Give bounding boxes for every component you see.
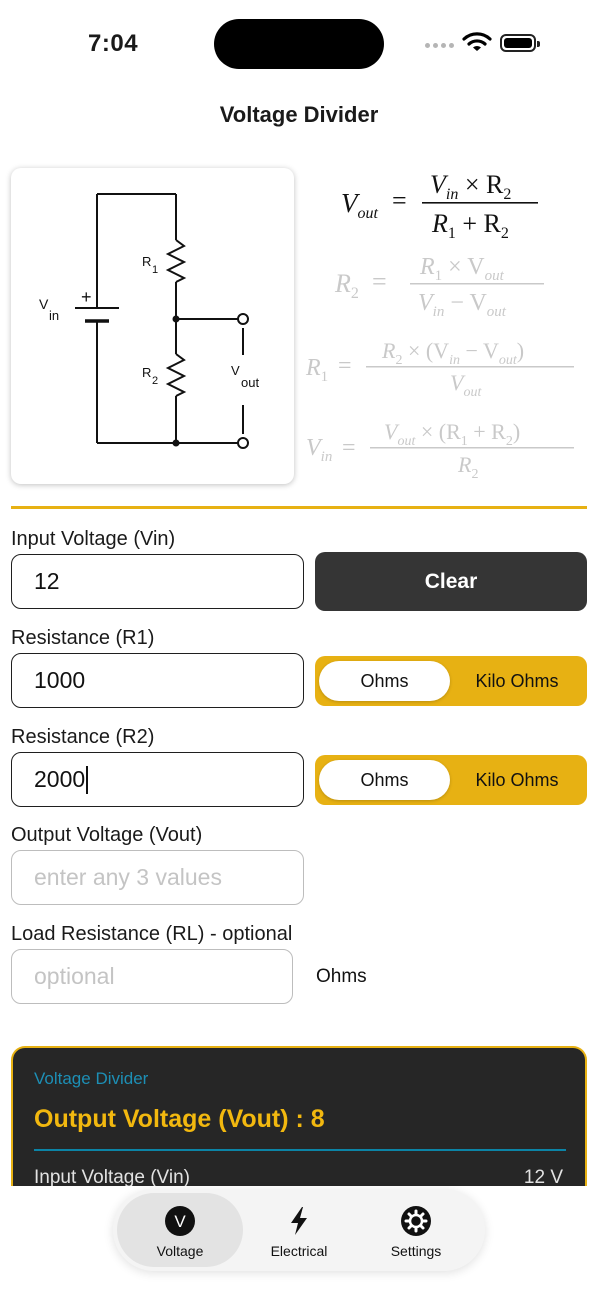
battery-icon (500, 34, 540, 52)
status-time: 7:04 (88, 30, 139, 57)
vin-formula: Vin = Vout × (R1 + R2) R2 (306, 419, 574, 482)
r2-unit-segmented-control[interactable]: Ohms Kilo Ohms (315, 755, 587, 805)
battery-plus-label: + (81, 287, 92, 307)
vout-label: V (231, 363, 240, 378)
r1-value: 1000 (34, 667, 86, 693)
tab-electrical[interactable]: Electrical (236, 1193, 362, 1267)
r2-formula: R2 = R1 × Vout Vin − Vout (334, 254, 544, 320)
formula-panel: Vout = Vin × R2 R1 + R2 R2 = R1 × Vout V… (300, 160, 590, 490)
gear-icon (400, 1205, 432, 1237)
r1-input[interactable]: 1000 (11, 653, 304, 708)
r2-sub: 2 (152, 375, 158, 387)
cellular-signal-icon (425, 43, 454, 48)
svg-text:Vout: Vout (450, 370, 482, 400)
voltage-divider-circuit: + V in R 1 R 2 V out (39, 193, 259, 449)
svg-text:R1 + R2: R1 + R2 (431, 209, 509, 242)
r1-unit-ohms[interactable]: Ohms (319, 661, 450, 701)
svg-text:=: = (372, 267, 387, 296)
vout-label: Output Voltage (Vout) (11, 824, 203, 846)
svg-text:Vin × R2: Vin × R2 (430, 170, 511, 203)
tab-bar: V Voltage Electrical Settings (113, 1189, 485, 1271)
r1-formula: R1 = R2 × (Vin − Vout) Vout (305, 338, 574, 400)
vout-sub: out (241, 375, 259, 390)
svg-text:R2: R2 (334, 269, 359, 302)
r1-label: R (142, 254, 151, 269)
svg-text:=: = (392, 186, 407, 215)
wifi-icon (462, 32, 492, 51)
r2-unit-ohms[interactable]: Ohms (319, 760, 450, 800)
svg-text:Vin: Vin (306, 435, 332, 465)
result-divider (34, 1149, 566, 1151)
svg-text:R1: R1 (305, 355, 328, 385)
clear-button[interactable]: Clear (315, 552, 587, 611)
result-card: Voltage Divider Output Voltage (Vout) : … (11, 1046, 587, 1206)
bolt-icon (283, 1205, 315, 1237)
result-section-title: Voltage Divider (34, 1069, 149, 1088)
dynamic-island (214, 19, 384, 69)
svg-text:R2: R2 (457, 452, 478, 482)
vin-label: Input Voltage (Vin) (11, 528, 176, 550)
svg-text:R2 × (Vin − Vout): R2 × (Vin − Vout) (381, 338, 524, 368)
tab-settings-label: Settings (390, 1243, 442, 1259)
page-title: Voltage Divider (219, 102, 379, 127)
svg-text:Vin − Vout: Vin − Vout (418, 290, 507, 320)
vin-label: V (39, 296, 49, 312)
tab-voltage[interactable]: V Voltage (117, 1193, 243, 1267)
vin-input[interactable]: 12 (11, 554, 304, 609)
rl-placeholder: optional (34, 963, 115, 989)
r2-value: 2000 (34, 766, 86, 792)
rl-label: Load Resistance (RL) - optional (11, 923, 293, 945)
rl-unit-label: Ohms (316, 966, 367, 987)
r1-label: Resistance (R1) (11, 627, 155, 649)
vin-value: 12 (34, 568, 60, 594)
r2-label: R (142, 365, 151, 380)
tab-electrical-label: Electrical (270, 1243, 328, 1259)
svg-text:Vout × (R1 + R2): Vout × (R1 + R2) (384, 419, 520, 449)
r1-sub: 1 (152, 264, 158, 276)
v-circle-icon: V (164, 1205, 196, 1237)
r2-label: Resistance (R2) (11, 726, 155, 748)
svg-text:=: = (338, 353, 352, 379)
tab-voltage-label: Voltage (156, 1243, 204, 1259)
r1-unit-kilo-ohms[interactable]: Kilo Ohms (451, 661, 583, 701)
vout-formula: Vout = Vin × R2 R1 + R2 (341, 170, 538, 242)
svg-text:V: V (174, 1212, 186, 1231)
text-caret (86, 765, 89, 794)
r1-unit-segmented-control[interactable]: Ohms Kilo Ohms (315, 656, 587, 706)
vout-placeholder: enter any 3 values (34, 864, 222, 890)
vin-sub: in (49, 308, 59, 323)
svg-text:R1 × Vout: R1 × Vout (419, 254, 505, 284)
r2-unit-kilo-ohms[interactable]: Kilo Ohms (451, 760, 583, 800)
rl-input[interactable]: optional (11, 949, 293, 1004)
r2-input[interactable]: 2000 (11, 752, 304, 807)
vout-input[interactable]: enter any 3 values (11, 850, 304, 905)
svg-text:Vout: Vout (341, 188, 379, 222)
result-output-voltage: Output Voltage (Vout) : 8 (34, 1105, 325, 1133)
section-divider (11, 506, 587, 509)
svg-text:=: = (342, 435, 356, 461)
tab-settings[interactable]: Settings (353, 1193, 479, 1267)
circuit-diagram-card: + V in R 1 R 2 V out (11, 168, 294, 484)
